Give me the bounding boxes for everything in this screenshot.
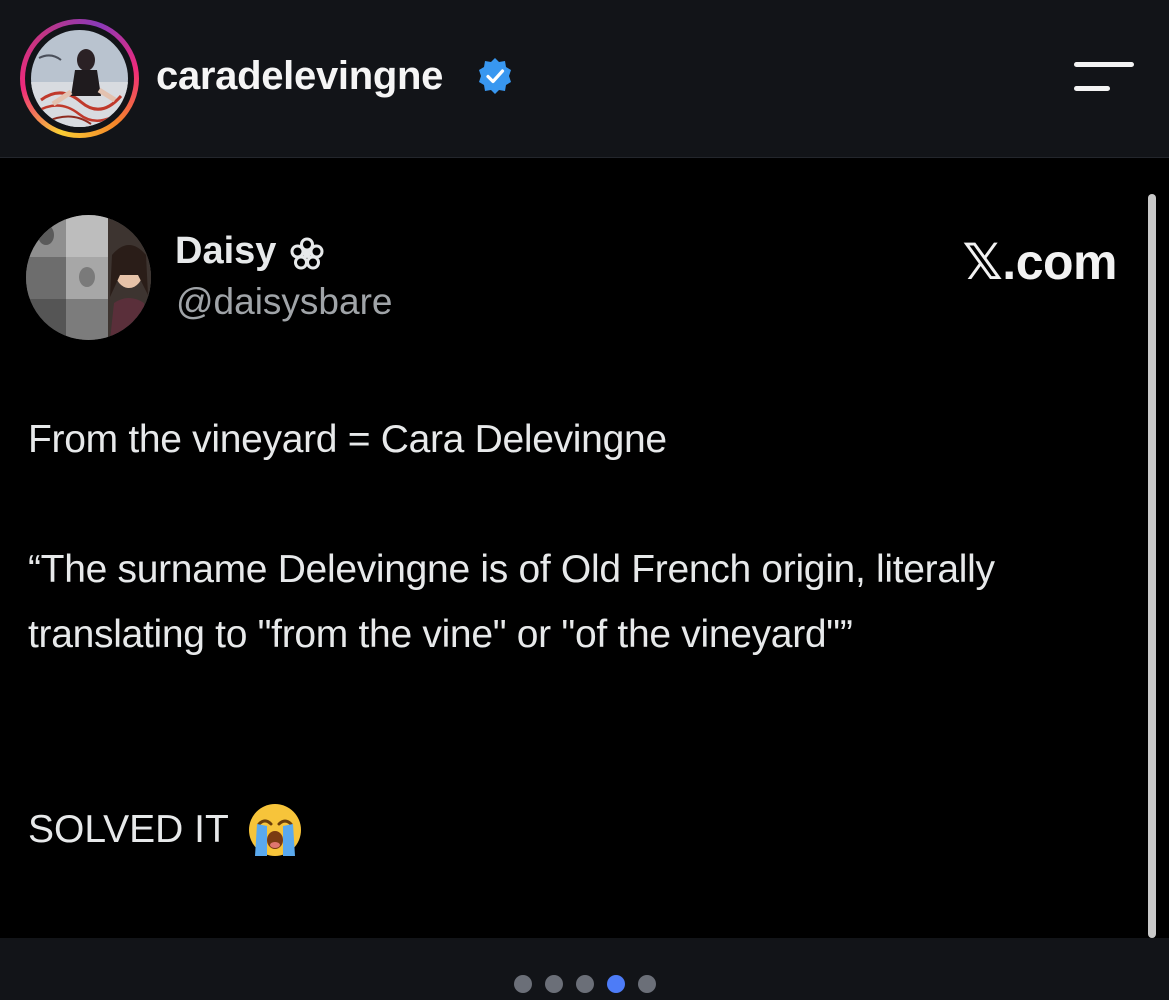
pagination-dot-active[interactable] <box>607 975 625 993</box>
carousel-pagination-dots <box>514 975 656 993</box>
profile-avatar[interactable] <box>20 19 139 138</box>
tweet-display-name: Daisy <box>175 230 277 272</box>
solved-text: SOLVED IT <box>28 808 229 851</box>
post-header: caradelevingne <box>0 0 1169 158</box>
scrollbar[interactable] <box>1148 194 1156 938</box>
loudly-crying-face-icon <box>247 802 303 858</box>
hamburger-menu-icon[interactable] <box>1064 55 1142 99</box>
tweet-author-avatar <box>26 215 151 340</box>
verified-badge-icon <box>475 56 515 96</box>
pagination-dot[interactable] <box>576 975 594 993</box>
tweet-text-line: From the vineyard = Cara Delevingne <box>28 418 667 461</box>
pagination-dot[interactable] <box>514 975 532 993</box>
post-image[interactable]: Daisy @daisysbare 𝕏.com From the vineyar… <box>0 158 1169 938</box>
pagination-dot[interactable] <box>545 975 563 993</box>
avatar-image <box>31 30 128 127</box>
tweet-handle: @daisysbare <box>176 281 393 322</box>
instagram-post-view: caradelevingne Daisy @daisysbare 𝕏.com F… <box>0 0 1169 1000</box>
carousel-footer <box>0 938 1169 1000</box>
flower-icon <box>289 236 325 272</box>
pagination-dot[interactable] <box>638 975 656 993</box>
source-label: 𝕏.com <box>962 234 1118 290</box>
account-username[interactable]: caradelevingne <box>156 50 443 102</box>
tweet-closing-line: SOLVED IT <box>28 797 303 862</box>
tweet-quote-text: “The surname Delevingne is of Old French… <box>28 548 995 656</box>
